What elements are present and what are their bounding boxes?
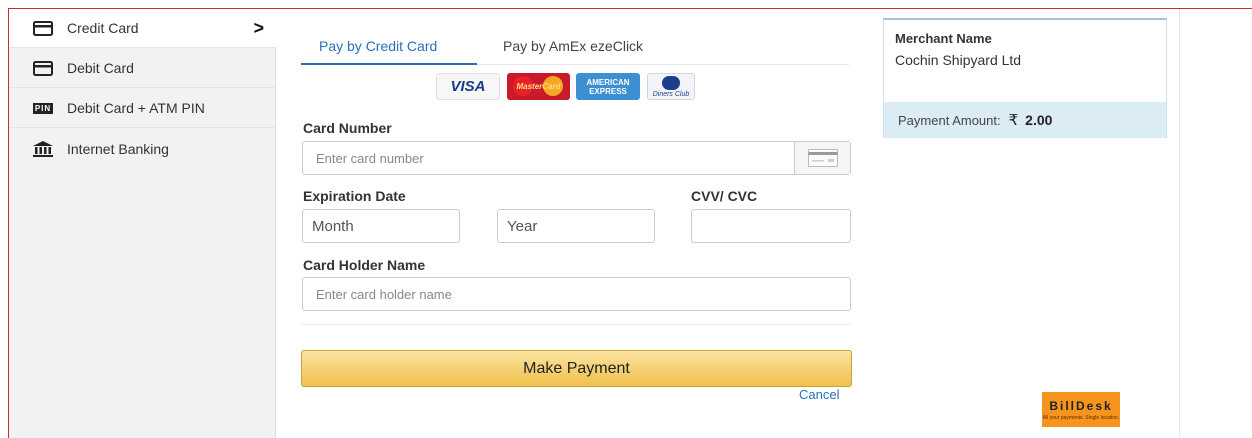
month-select[interactable]: Month xyxy=(302,209,460,243)
tab-pay-by-amex-ezeclick[interactable]: Pay by AmEx ezeClick xyxy=(503,36,643,66)
card-number-label: Card Number xyxy=(303,120,392,136)
sidebar-item-debit-atm-pin[interactable]: PIN Debit Card + ATM PIN xyxy=(9,89,276,128)
sidebar-item-internet-banking[interactable]: Internet Banking xyxy=(9,129,276,168)
cvv-label: CVV/ CVC xyxy=(691,188,758,204)
mastercard-logo: MasterCard xyxy=(507,73,570,100)
credit-card-icon xyxy=(32,20,54,36)
sidebar-item-label: Internet Banking xyxy=(67,140,169,157)
payment-amount-label: Payment Amount: xyxy=(898,112,1001,128)
debit-card-icon xyxy=(32,60,54,76)
sidebar-item-label: Credit Card xyxy=(67,20,139,36)
cvv-input[interactable] xyxy=(691,209,851,243)
sidebar-item-label: Debit Card xyxy=(67,60,134,76)
cancel-link[interactable]: Cancel xyxy=(799,387,839,402)
tab-pay-by-credit-card[interactable]: Pay by Credit Card xyxy=(319,36,437,66)
billdesk-logo: BillDesk All your payments. Single locat… xyxy=(1042,392,1120,427)
payment-method-sidebar: Credit Card > Debit Card PIN Debit Card … xyxy=(9,9,277,438)
make-payment-button[interactable]: Make Payment xyxy=(301,350,852,387)
form-divider xyxy=(301,324,851,325)
card-number-input[interactable]: Enter card number xyxy=(302,141,851,175)
merchant-name: Cochin Shipyard Ltd xyxy=(895,52,1022,68)
pin-icon: PIN xyxy=(32,102,54,114)
chevron-right-icon: > xyxy=(253,18,264,38)
rupee-icon: ₹ xyxy=(1008,112,1019,129)
expiration-date-label: Expiration Date xyxy=(303,188,406,204)
payment-amount-bar: Payment Amount: ₹ 2.00 xyxy=(884,102,1166,138)
visa-logo: VISA xyxy=(436,73,500,100)
card-icon xyxy=(794,142,850,174)
payment-amount-value: 2.00 xyxy=(1025,112,1053,128)
sidebar-item-credit-card[interactable]: Credit Card > xyxy=(9,9,277,48)
card-holder-name-input[interactable]: Enter card holder name xyxy=(302,277,851,311)
card-holder-name-label: Card Holder Name xyxy=(303,257,426,273)
diners-club-logo: Diners Club xyxy=(647,73,695,100)
amex-logo: AMERICAN EXPRESS xyxy=(576,73,640,100)
merchant-name-label: Merchant Name xyxy=(895,31,992,46)
right-divider xyxy=(1179,9,1180,438)
merchant-panel: Merchant Name Cochin Shipyard Ltd Paymen… xyxy=(883,18,1167,138)
sidebar-item-label: Debit Card + ATM PIN xyxy=(67,100,205,116)
active-tab-indicator xyxy=(301,63,477,65)
bank-icon xyxy=(32,140,54,157)
year-select[interactable]: Year xyxy=(497,209,655,243)
sidebar-item-debit-card[interactable]: Debit Card xyxy=(9,49,276,88)
